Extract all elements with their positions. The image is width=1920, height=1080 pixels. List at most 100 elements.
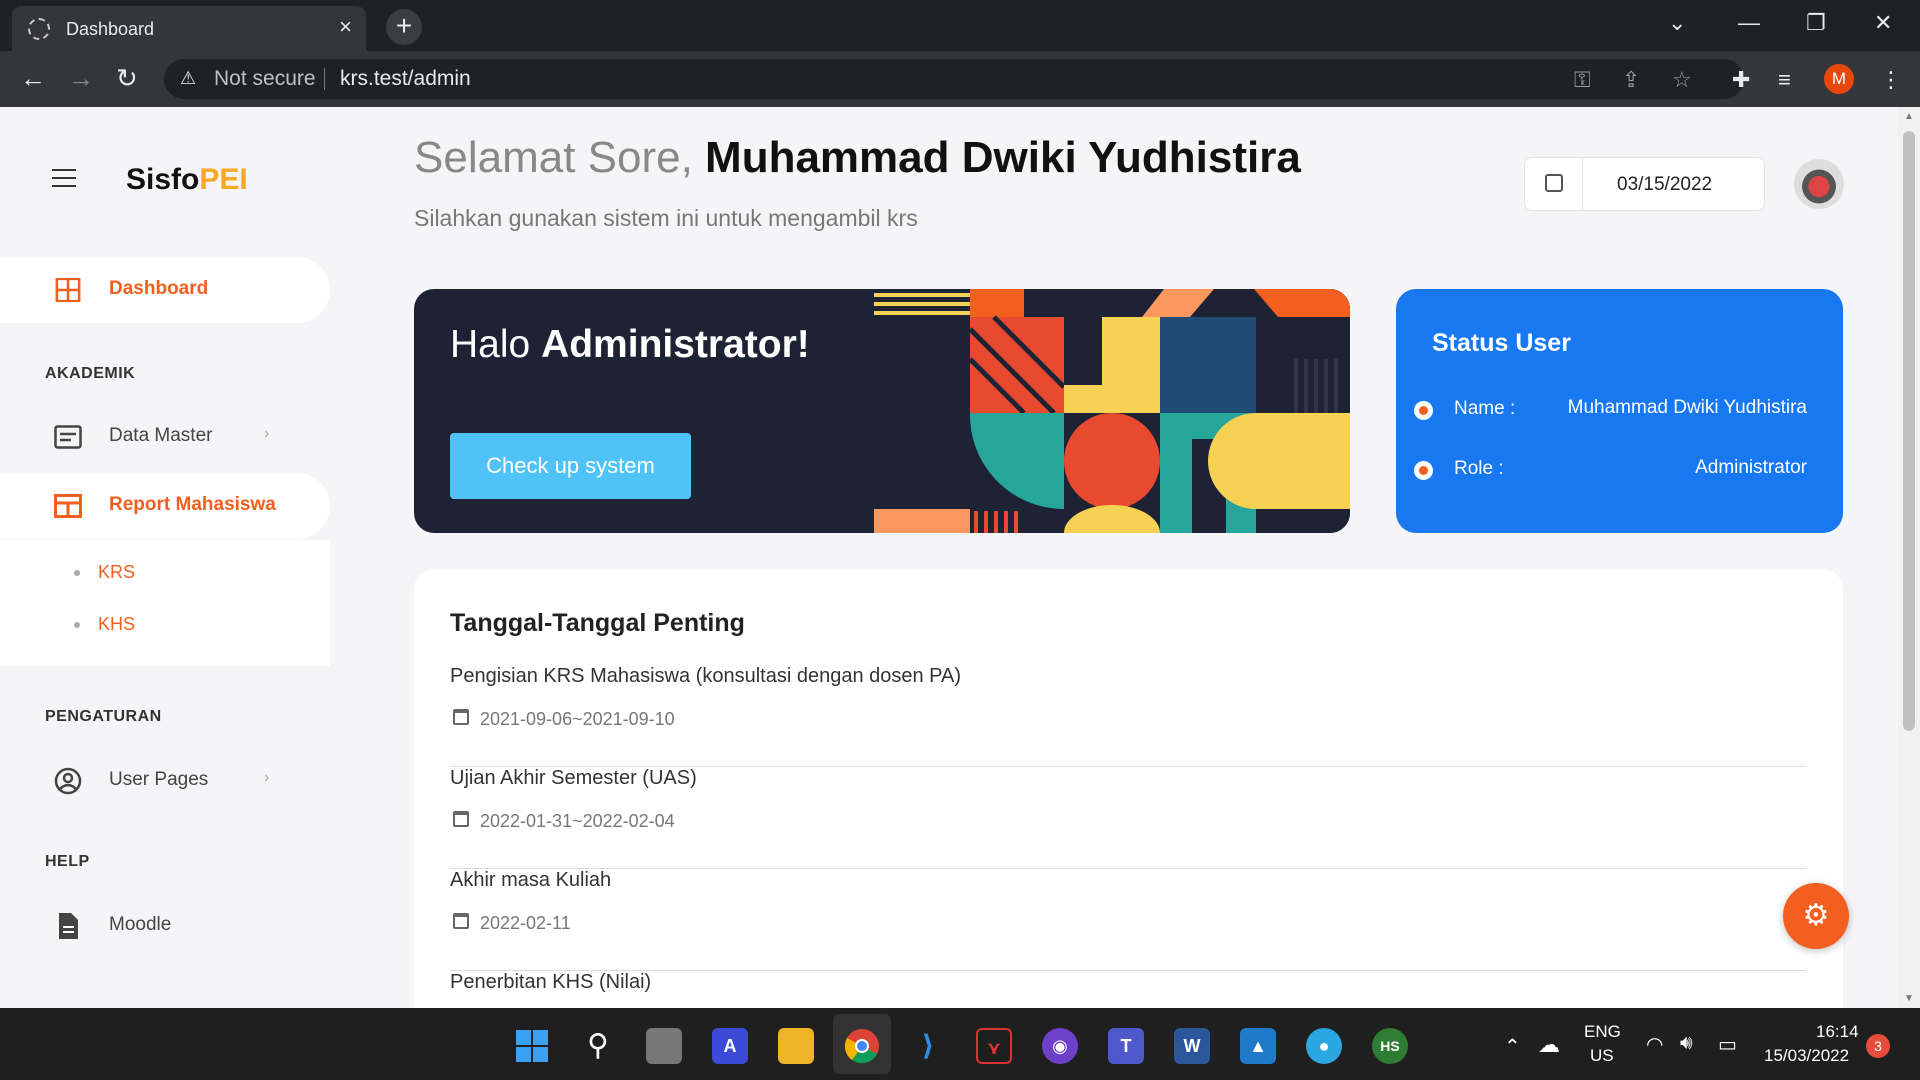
section-label-help: HELP [45, 853, 90, 870]
chrome-icon[interactable] [844, 1028, 880, 1064]
chevron-right-icon: › [264, 425, 270, 442]
welcome-card: Halo Administrator! Check up system [414, 289, 1350, 533]
security-label[interactable]: Not secure [214, 67, 316, 91]
divider [324, 68, 325, 90]
app-icon[interactable]: A [712, 1028, 748, 1064]
scrollbar[interactable]: ▲ ▼ [1898, 107, 1920, 1008]
key-icon[interactable]: ⚿ [1574, 67, 1591, 93]
vscode-icon[interactable]: ⟩ [910, 1028, 946, 1064]
clock-date[interactable]: 15/03/2022 [1764, 1046, 1849, 1066]
avatar[interactable] [1794, 159, 1844, 209]
scroll-up-icon[interactable]: ▲ [1904, 111, 1914, 122]
word-icon[interactable]: W [1174, 1028, 1210, 1064]
extensions-icon[interactable]: ✚ [1732, 67, 1750, 93]
restore-icon[interactable]: ❐ [1806, 10, 1826, 36]
app-icon[interactable]: ⋎ [976, 1028, 1012, 1064]
sidebar: SisfoPEI Dashboard AKADEMIK Data Master … [0, 107, 330, 1008]
teams-icon[interactable]: T [1108, 1028, 1144, 1064]
profile-avatar[interactable]: M [1824, 64, 1854, 94]
hs-app-icon[interactable]: HS [1372, 1028, 1408, 1064]
brand-accent: PEI [199, 163, 248, 196]
calendar-icon [453, 709, 469, 725]
reload-icon[interactable]: ↻ [116, 63, 138, 93]
date-value[interactable]: 03/15/2022 [1617, 174, 1712, 196]
date-picker[interactable]: 03/15/2022 [1524, 157, 1765, 211]
event-date: 2022-02-11 [480, 913, 571, 933]
check-up-system-button[interactable]: Check up system [450, 433, 691, 499]
submenu-item-krs[interactable]: KRS [74, 562, 135, 583]
close-tab-icon[interactable]: × [339, 15, 352, 39]
submenu-label: KHS [98, 614, 136, 634]
hamburger-menu-icon[interactable] [52, 169, 76, 193]
back-icon[interactable]: ← [20, 63, 46, 93]
submenu [0, 540, 330, 666]
windows-start-icon[interactable] [514, 1028, 550, 1064]
sidebar-item-data-master[interactable]: Data Master › [0, 407, 330, 467]
event-name: Pengisian KRS Mahasiswa (konsultasi deng… [450, 665, 962, 687]
radio-bullet-icon [1414, 401, 1433, 420]
calendar-icon[interactable] [1525, 158, 1583, 210]
list-card-icon [54, 425, 82, 449]
github-icon[interactable]: ◉ [1042, 1028, 1078, 1064]
browser-tab-bar: Dashboard × + ⌄ — ❐ ✕ [0, 0, 1920, 51]
cloud-icon[interactable]: ☁ [1538, 1032, 1560, 1058]
brand-main: Sisfo [126, 163, 200, 196]
forward-icon[interactable]: → [68, 63, 94, 93]
lang-top[interactable]: ENG [1584, 1022, 1621, 1042]
battery-icon[interactable]: ▭ [1718, 1032, 1737, 1057]
wifi-icon[interactable]: ◠ [1646, 1032, 1663, 1057]
document-icon [59, 913, 78, 939]
sidebar-item-moodle[interactable]: Moodle [0, 896, 330, 956]
address-bar[interactable]: ⚠ Not secure krs.test/admin [164, 59, 1744, 99]
close-window-icon[interactable]: ✕ [1874, 10, 1892, 36]
sidebar-item-user-pages[interactable]: User Pages › [0, 751, 330, 811]
tab-search-icon[interactable]: ⌄ [1668, 10, 1686, 36]
important-dates-title: Tanggal-Tanggal Penting [450, 609, 745, 637]
settings-gear-button[interactable]: ⚙ [1783, 883, 1849, 949]
decorative-pattern-illustration [874, 289, 1350, 533]
table-icon [54, 494, 82, 518]
scrollbar-thumb[interactable] [1903, 131, 1915, 731]
bullet-icon [74, 622, 80, 629]
minimize-icon[interactable]: — [1738, 10, 1760, 36]
file-explorer-icon[interactable] [778, 1028, 814, 1064]
status-user-card: Status User Name : Muhammad Dwiki Yudhis… [1396, 289, 1843, 533]
warning-icon[interactable]: ⚠ [180, 68, 196, 89]
status-row-name: Name : Muhammad Dwiki Yudhistira [1396, 395, 1843, 425]
url-text[interactable]: krs.test/admin [340, 67, 471, 91]
scroll-down-icon[interactable]: ▼ [1904, 993, 1914, 1004]
share-icon[interactable]: ⇪ [1622, 67, 1640, 93]
lang-bottom[interactable]: US [1590, 1046, 1614, 1066]
photos-icon[interactable]: ▲ [1240, 1028, 1276, 1064]
site-favicon-icon [28, 18, 50, 40]
chevron-up-icon[interactable]: ⌃ [1504, 1034, 1521, 1059]
submenu-item-khs[interactable]: KHS [74, 614, 135, 635]
menu-icon[interactable]: ⋮ [1880, 67, 1902, 93]
notification-badge[interactable]: 3 [1866, 1034, 1890, 1058]
sidebar-item-dashboard[interactable]: Dashboard [0, 260, 330, 320]
page-subtitle: Silahkan gunakan sistem ini untuk mengam… [414, 205, 918, 231]
app-icon[interactable]: ● [1306, 1028, 1342, 1064]
brand-logo[interactable]: SisfoPEI [126, 163, 248, 197]
search-icon[interactable]: ⚲ [580, 1028, 616, 1064]
status-title: Status User [1432, 329, 1571, 357]
status-role-value: Administrator [1695, 457, 1807, 478]
sidebar-item-label: Dashboard [109, 278, 209, 299]
greeting-text: Selamat Sore, [414, 133, 693, 182]
new-tab-button[interactable]: + [386, 9, 422, 45]
tab-title: Dashboard [66, 19, 155, 39]
list-item: Akhir masa Kuliah 2022-02-11 [450, 869, 1806, 971]
task-view-icon[interactable] [646, 1028, 682, 1064]
sidebar-item-report-mahasiswa[interactable]: Report Mahasiswa [0, 476, 330, 536]
radio-bullet-icon [1414, 461, 1433, 480]
grid-icon [55, 278, 81, 302]
browser-tab[interactable]: Dashboard × [12, 6, 366, 51]
welcome-role: Administrator! [541, 323, 810, 366]
status-name-label: Name : [1454, 398, 1516, 419]
volume-icon[interactable]: 🔊︎ [1680, 1032, 1693, 1055]
bookmark-star-icon[interactable]: ☆ [1672, 67, 1692, 93]
reading-list-icon[interactable]: ≡ [1778, 67, 1791, 93]
clock-time[interactable]: 16:14 [1816, 1022, 1859, 1042]
important-dates-card: Tanggal-Tanggal Penting Pengisian KRS Ma… [414, 569, 1843, 1008]
browser-toolbar: ← → ↻ ⚠ Not secure krs.test/admin ⚿ ⇪ ☆ … [0, 51, 1920, 107]
